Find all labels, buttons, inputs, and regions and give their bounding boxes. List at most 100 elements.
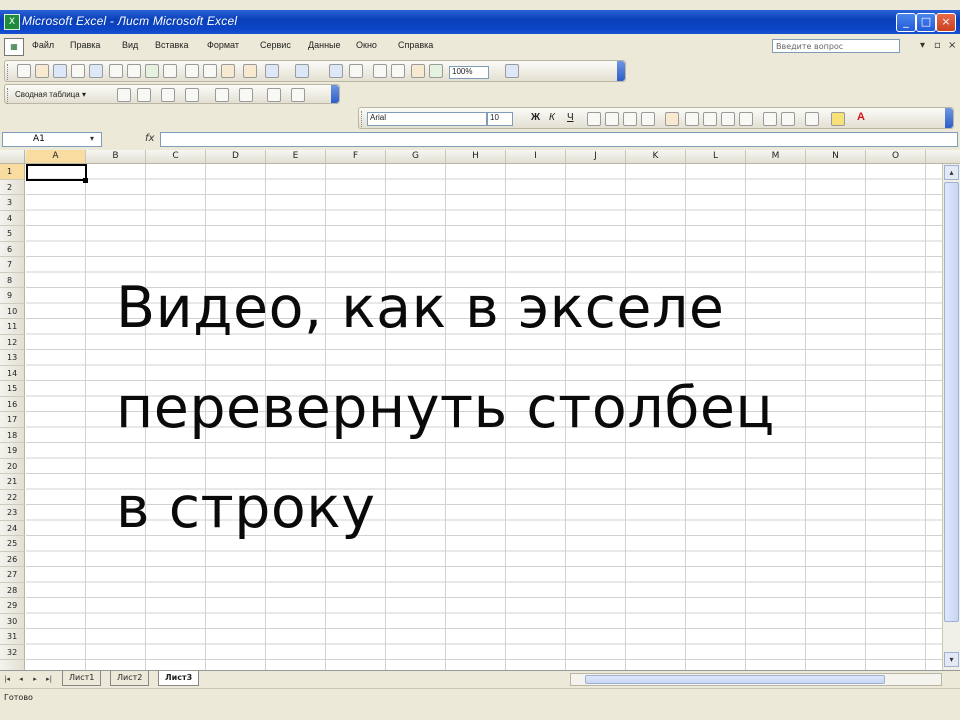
italic-icon[interactable]: К: [549, 112, 555, 123]
row-header[interactable]: 28: [0, 583, 24, 598]
thousands-icon[interactable]: [703, 112, 717, 126]
font-color-icon[interactable]: A: [857, 111, 865, 123]
horizontal-scrollbar[interactable]: [570, 673, 942, 686]
save-icon[interactable]: [53, 64, 67, 78]
scroll-down-icon[interactable]: ▾: [944, 652, 959, 667]
increase-indent-icon[interactable]: [781, 112, 795, 126]
column-header[interactable]: L: [686, 150, 746, 163]
function-icon[interactable]: fx: [145, 133, 154, 144]
row-header[interactable]: 26: [0, 552, 24, 567]
toolbar-grip[interactable]: [7, 88, 11, 104]
pivot-settings-icon[interactable]: [239, 88, 253, 102]
row-header[interactable]: 9: [0, 288, 24, 304]
percent-icon[interactable]: [685, 112, 699, 126]
row-header[interactable]: 19: [0, 443, 24, 459]
row-header[interactable]: 16: [0, 397, 24, 412]
menu-window[interactable]: Окно: [356, 40, 377, 50]
open-icon[interactable]: [35, 64, 49, 78]
row-header[interactable]: 3: [0, 195, 24, 211]
menu-file[interactable]: Файл: [32, 40, 54, 50]
sort-ascending-icon[interactable]: [373, 64, 387, 78]
column-header[interactable]: E: [266, 150, 326, 163]
font-size-select[interactable]: 10: [487, 112, 513, 126]
menu-insert[interactable]: Вставка: [155, 40, 188, 50]
pivot-show-icon[interactable]: [185, 88, 199, 102]
column-header[interactable]: H: [446, 150, 506, 163]
row-header[interactable]: 22: [0, 490, 24, 505]
merge-center-icon[interactable]: [641, 112, 655, 126]
row-header[interactable]: 29: [0, 598, 24, 614]
cut-icon[interactable]: [185, 64, 199, 78]
row-header[interactable]: 27: [0, 567, 24, 583]
column-header[interactable]: J: [566, 150, 626, 163]
column-header[interactable]: I: [506, 150, 566, 163]
maximize-button[interactable]: □: [916, 13, 936, 32]
underline-icon[interactable]: Ч: [567, 112, 574, 123]
row-header[interactable]: 25: [0, 536, 24, 552]
column-header[interactable]: N: [806, 150, 866, 163]
menu-edit[interactable]: Правка: [70, 40, 100, 50]
decrease-decimal-icon[interactable]: [739, 112, 753, 126]
row-header[interactable]: 20: [0, 459, 24, 474]
name-box[interactable]: A1: [2, 132, 102, 147]
hyperlink-icon[interactable]: [329, 64, 343, 78]
align-left-icon[interactable]: [587, 112, 601, 126]
doc-close-button[interactable]: ×: [948, 40, 956, 51]
font-name-select[interactable]: Arial: [367, 112, 487, 126]
doc-minimize-button[interactable]: ▾: [920, 40, 925, 51]
menu-tools[interactable]: Сервис: [260, 40, 291, 50]
column-header[interactable]: O: [866, 150, 926, 163]
row-header[interactable]: 23: [0, 505, 24, 521]
print-icon[interactable]: [109, 64, 123, 78]
row-header[interactable]: 18: [0, 428, 24, 443]
undo-icon[interactable]: [265, 64, 279, 78]
row-header[interactable]: 10: [0, 304, 24, 319]
row-header[interactable]: 14: [0, 366, 24, 381]
spelling-icon[interactable]: [145, 64, 159, 78]
research-icon[interactable]: [163, 64, 177, 78]
increase-decimal-icon[interactable]: [721, 112, 735, 126]
column-header[interactable]: D: [206, 150, 266, 163]
menu-format[interactable]: Формат: [207, 40, 239, 50]
drawing-icon[interactable]: [429, 64, 443, 78]
column-header[interactable]: C: [146, 150, 206, 163]
scroll-up-icon[interactable]: ▴: [944, 165, 959, 180]
sheet-tab-1[interactable]: Лист1: [62, 671, 102, 686]
pivot-refresh-icon[interactable]: [215, 88, 229, 102]
formula-input[interactable]: [160, 132, 958, 147]
email-icon[interactable]: [89, 64, 103, 78]
sort-descending-icon[interactable]: [391, 64, 405, 78]
vertical-scrollbar[interactable]: ▴ ▾: [942, 164, 960, 670]
pivot-field-icon[interactable]: [267, 88, 281, 102]
paste-icon[interactable]: [221, 64, 235, 78]
format-painter-icon[interactable]: [243, 64, 257, 78]
row-header[interactable]: 31: [0, 629, 24, 645]
scrollbar-thumb[interactable]: [585, 675, 885, 684]
last-sheet-icon[interactable]: ▸|: [44, 673, 54, 685]
select-all-button[interactable]: [0, 150, 25, 163]
sheet-tab-2[interactable]: Лист2: [110, 671, 150, 686]
row-header[interactable]: 1: [0, 164, 24, 180]
borders-icon[interactable]: [805, 112, 819, 126]
row-header[interactable]: 6: [0, 242, 24, 257]
row-header[interactable]: 5: [0, 226, 24, 242]
row-header[interactable]: 21: [0, 474, 24, 490]
row-header[interactable]: 24: [0, 521, 24, 536]
row-header[interactable]: 2: [0, 180, 24, 195]
workbook-icon[interactable]: ▦: [4, 38, 24, 56]
sheet-tab-3[interactable]: Лист3: [158, 671, 200, 686]
currency-icon[interactable]: [665, 112, 679, 126]
column-header[interactable]: K: [626, 150, 686, 163]
autosum-icon[interactable]: [349, 64, 363, 78]
column-header[interactable]: M: [746, 150, 806, 163]
menu-data[interactable]: Данные: [308, 40, 341, 50]
print-preview-icon[interactable]: [127, 64, 141, 78]
align-right-icon[interactable]: [623, 112, 637, 126]
row-header[interactable]: 17: [0, 412, 24, 428]
fill-color-icon[interactable]: [831, 112, 845, 126]
row-header[interactable]: 13: [0, 350, 24, 366]
help-search-input[interactable]: Введите вопрос: [772, 39, 900, 53]
new-icon[interactable]: [17, 64, 31, 78]
help-icon[interactable]: [505, 64, 519, 78]
column-header[interactable]: G: [386, 150, 446, 163]
